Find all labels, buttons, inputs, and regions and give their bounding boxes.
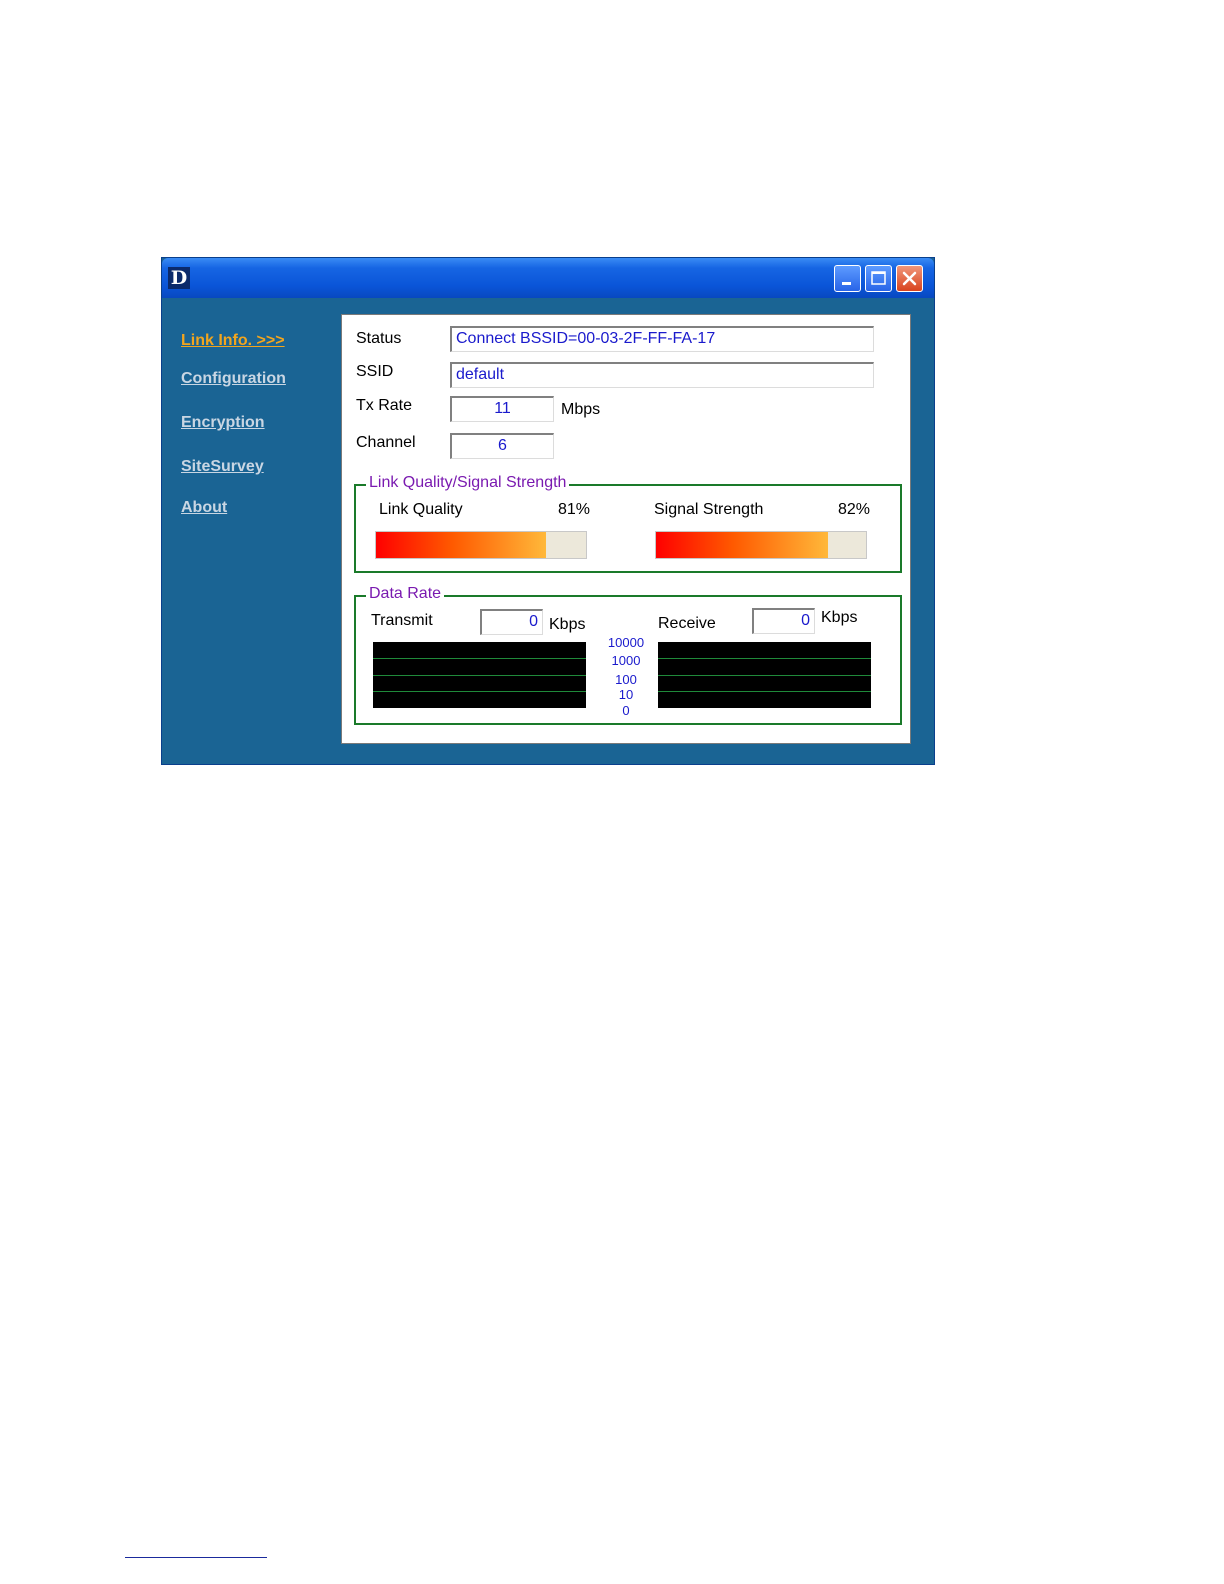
transmit-unit: Kbps	[549, 616, 586, 633]
sidebar-item-encryption[interactable]: Encryption	[181, 414, 265, 432]
data-rate-group-title: Data Rate	[366, 585, 445, 603]
status-label: Status	[356, 330, 402, 347]
scale-label: 100	[615, 672, 637, 687]
minimize-icon	[842, 282, 851, 285]
app-logo-icon: D	[168, 267, 190, 289]
channel-field[interactable]: 6	[450, 433, 554, 459]
txrate-unit: Mbps	[561, 401, 601, 418]
channel-label: Channel	[356, 434, 416, 451]
receive-unit: Kbps	[821, 609, 858, 626]
scale-label: 10000	[607, 635, 645, 650]
signal-strength-bar	[655, 531, 867, 559]
sidebar-item-sitesurvey[interactable]: SiteSurvey	[181, 458, 264, 476]
transmit-graph	[373, 642, 586, 708]
minimize-button[interactable]	[834, 265, 861, 292]
maximize-button[interactable]	[865, 265, 892, 292]
graph-gridline	[658, 691, 871, 692]
link-quality-percent: 81%	[558, 501, 591, 518]
scale-label: 1000	[611, 653, 641, 668]
link-quality-bar	[375, 531, 587, 559]
signal-strength-percent: 82%	[838, 501, 871, 518]
footnote-separator	[125, 1557, 267, 1558]
signal-group: Link Quality/Signal Strength Link Qualit…	[354, 474, 902, 573]
graph-gridline	[658, 675, 871, 676]
graph-gridline	[373, 675, 586, 676]
data-rate-group: Data Rate Transmit 0 Kbps Receive 0 Kbps…	[354, 585, 902, 725]
signal-strength-label: Signal Strength	[654, 501, 764, 518]
ssid-field[interactable]: default	[450, 362, 874, 388]
signal-group-title: Link Quality/Signal Strength	[366, 474, 570, 492]
transmit-label: Transmit	[371, 612, 433, 629]
maximize-icon	[871, 271, 886, 285]
receive-label: Receive	[658, 615, 716, 632]
signal-strength-bar-fill	[656, 532, 829, 558]
link-quality-bar-fill	[376, 532, 547, 558]
sidebar-item-link-info[interactable]: Link Info. >>>	[181, 332, 285, 350]
graph-gridline	[373, 691, 586, 692]
app-window: D Link Info. >>> Configuration Encryptio…	[161, 257, 935, 765]
txrate-label: Tx Rate	[356, 397, 413, 414]
sidebar-item-configuration[interactable]: Configuration	[181, 370, 286, 388]
receive-field[interactable]: 0	[752, 608, 815, 634]
receive-graph	[658, 642, 871, 708]
sidebar-item-about[interactable]: About	[181, 499, 227, 517]
graph-gridline	[373, 658, 586, 659]
scale-label: 0	[622, 703, 630, 718]
link-info-panel: Status Connect BSSID=00-03-2F-FF-FA-17 S…	[341, 314, 911, 744]
title-bar[interactable]: D	[162, 258, 934, 298]
scale-label: 10	[618, 687, 634, 702]
transmit-field[interactable]: 0	[480, 609, 543, 635]
ssid-label: SSID	[356, 363, 394, 380]
status-field[interactable]: Connect BSSID=00-03-2F-FF-FA-17	[450, 326, 874, 352]
txrate-field[interactable]: 11	[450, 396, 554, 422]
close-button[interactable]	[896, 265, 923, 292]
link-quality-label: Link Quality	[379, 501, 463, 518]
graph-gridline	[658, 658, 871, 659]
close-icon	[902, 271, 917, 286]
